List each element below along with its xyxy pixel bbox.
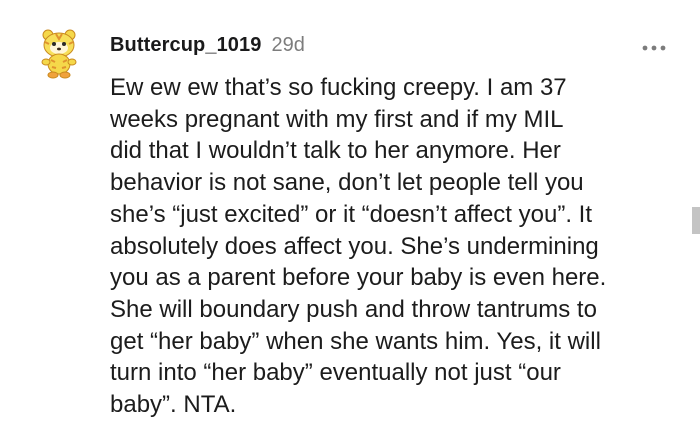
user-avatar[interactable] — [34, 26, 84, 80]
comment-body-line: behavior is not sane, don’t let people t… — [110, 169, 584, 197]
comment-body-line: turn into “her baby” eventually not just… — [110, 359, 561, 387]
comment-timestamp: 29d — [271, 34, 305, 56]
comment-body-line: she’s “just excited” or it “doesn’t affe… — [110, 200, 592, 228]
comment-body-line: did that I wouldn’t talk to her anymore.… — [110, 137, 561, 165]
comment-body-line: Ew ew ew that’s so fucking creepy. I am … — [110, 74, 567, 101]
scrollbar-thumb[interactable] — [692, 207, 700, 234]
comment-body-line: you as a parent before your baby is even… — [110, 264, 607, 292]
more-options-button[interactable] — [636, 36, 672, 60]
comment-card: Buttercup_1019 29d Ew ew ew that’s so fu… — [0, 0, 700, 445]
more-options-icon — [642, 45, 666, 51]
comment-header: Buttercup_1019 29d — [110, 34, 305, 57]
comment-body-line: absolutely does affect you. She’s underm… — [110, 232, 599, 260]
comment-body-line: She will boundary push and throw tantrum… — [110, 295, 597, 323]
username-link[interactable]: Buttercup_1019 — [110, 34, 261, 57]
tiger-snoo-avatar-icon — [41, 29, 77, 79]
comment-body-line: weeks pregnant with my first and if my M… — [110, 105, 564, 133]
comment-body-line: get “her baby” when she wants him. Yes, … — [110, 327, 601, 355]
comment-body: Ew ew ew that’s so fucking creepy. I am … — [110, 72, 685, 421]
comment-body-line: baby”. NTA. — [110, 391, 237, 419]
